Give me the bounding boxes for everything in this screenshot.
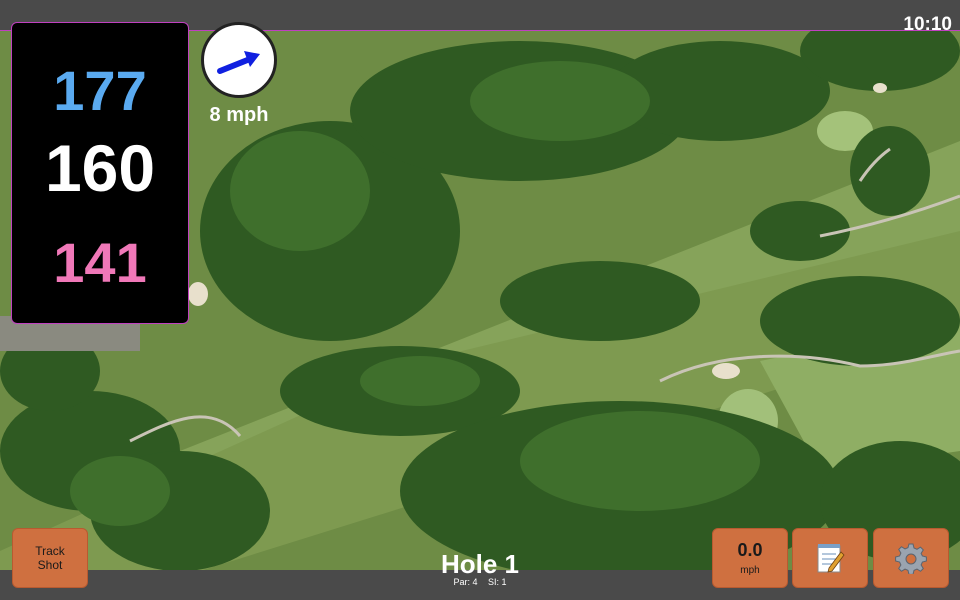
notes-button[interactable] <box>792 528 868 588</box>
speed-button[interactable]: 0.0 mph <box>712 528 788 588</box>
notepad-icon <box>817 544 845 573</box>
track-shot-label-line2: Shot <box>37 558 63 572</box>
distance-panel: 177 160 141 <box>11 22 189 324</box>
wind-arrow-icon <box>217 51 260 74</box>
middle-distance: 160 <box>44 131 156 205</box>
speed-unit: mph <box>740 565 760 576</box>
wind-speed: 8 mph <box>209 104 269 126</box>
back-distance: 177 <box>53 59 147 122</box>
settings-button[interactable] <box>873 528 949 588</box>
speed-value: 0.0 <box>737 540 763 560</box>
track-shot-button[interactable]: Track Shot <box>12 528 88 588</box>
hole-details: Par: 4 SI: 1 <box>380 577 580 587</box>
front-distance: 141 <box>53 231 147 294</box>
hole-stroke-index: SI: 1 <box>488 577 507 587</box>
hole-title: Hole 1 <box>440 549 520 579</box>
gear-icon <box>895 543 927 574</box>
wind-indicator <box>201 22 277 98</box>
track-shot-label-line1: Track <box>35 543 65 558</box>
hole-par: Par: 4 <box>453 577 478 587</box>
